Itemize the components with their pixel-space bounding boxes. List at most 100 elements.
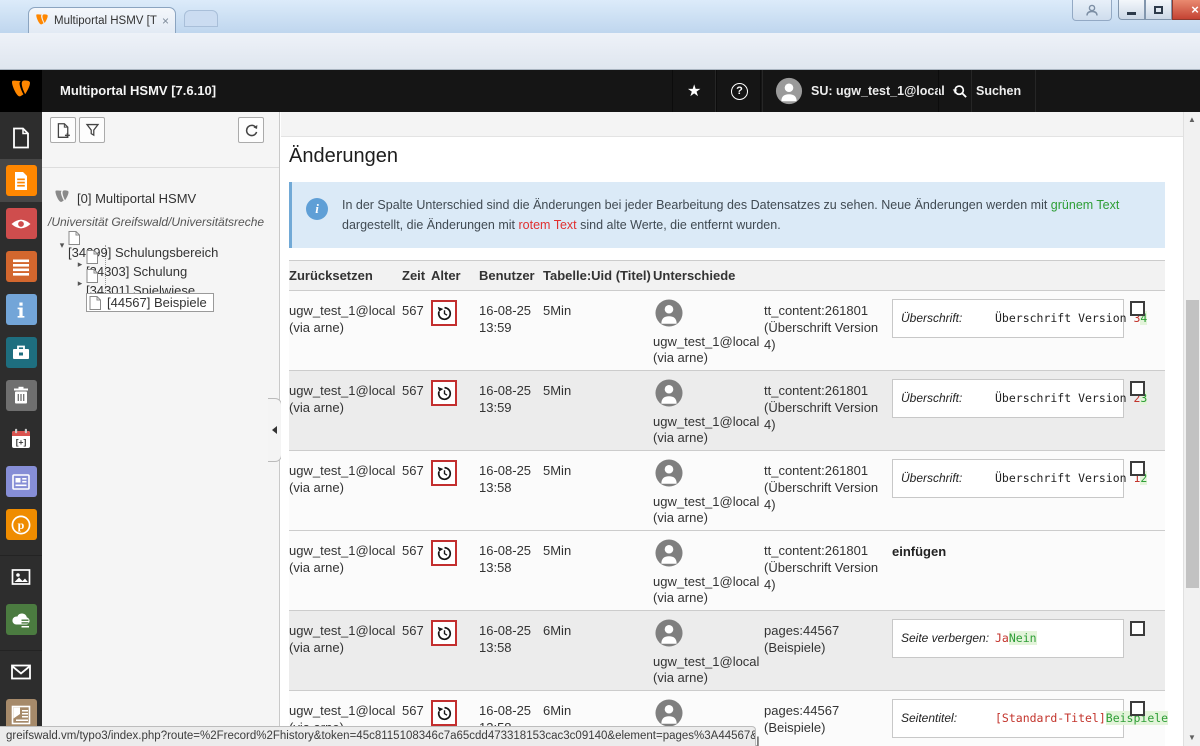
maximize-button[interactable] — [1145, 0, 1172, 20]
old-value: Ja — [995, 631, 1009, 645]
table-row: ugw_test_1@local(via arne)56716-08-2513:… — [289, 291, 1165, 371]
info-text: In der Spalte Unterschied sind die Änder… — [342, 195, 1151, 235]
history-icon — [436, 545, 453, 562]
rollback-history-button[interactable] — [431, 540, 457, 566]
diff-cell: Überschrift:Überschrift Version 12 — [892, 451, 1130, 530]
editor-via: (via arne) — [653, 510, 760, 526]
editor-name: ugw_test_1@local — [653, 574, 760, 590]
row-checkbox[interactable] — [1130, 621, 1145, 636]
module-item-filelist[interactable] — [0, 555, 42, 598]
change-time: 13:58 — [479, 639, 539, 656]
rollback-history-button[interactable] — [431, 620, 457, 646]
caret-expanded-icon[interactable]: ▾ — [56, 240, 68, 251]
record-uid: 567 — [402, 703, 424, 718]
history-icon — [436, 625, 453, 642]
green-text-example: grünem Text — [1051, 198, 1120, 212]
column-header: Alter — [431, 261, 479, 290]
select-cell — [1130, 451, 1165, 530]
svg-text:p: p — [18, 518, 25, 532]
diff-value: Überschrift Version 34 — [995, 310, 1147, 327]
page-title: Änderungen — [289, 145, 1183, 168]
age-cell: 5Min — [543, 531, 653, 610]
caret-collapsed-icon[interactable]: ▸ — [74, 278, 86, 289]
module-item-records[interactable] — [0, 245, 42, 288]
new-tab-button[interactable] — [184, 10, 218, 27]
rollback-history-button[interactable] — [431, 300, 457, 326]
typo3-favicon — [35, 14, 49, 28]
column-header: Zurücksetzen — [289, 261, 402, 290]
tree-root-node[interactable]: [0] Multiportal HSMV — [54, 190, 196, 206]
editor-name: ugw_test_1@local — [653, 334, 760, 350]
browser-window: Multiportal HSMV [TYPO3 × × ← → ↻ greifs… — [0, 0, 1200, 746]
search-button[interactable]: Suchen — [938, 70, 1036, 112]
change-age: 5Min — [543, 463, 571, 478]
diff-value: Überschrift Version 12 — [995, 470, 1147, 487]
editor-cell: ugw_test_1@local(via arne) — [653, 611, 764, 690]
change-date: 16-08-25 — [479, 462, 539, 479]
diff-cell: Seite verbergen:JaNein — [892, 611, 1130, 690]
red-text-example: rotem Text — [519, 218, 577, 232]
close-button[interactable]: × — [1172, 0, 1200, 20]
minimize-button[interactable] — [1118, 0, 1145, 20]
change-date: 16-08-25 — [479, 542, 539, 559]
scrollbar-thumb[interactable] — [1186, 300, 1199, 588]
profile-button[interactable] — [1072, 0, 1112, 21]
caret-collapsed-icon[interactable]: ▸ — [74, 259, 86, 270]
module-item-media[interactable] — [0, 598, 42, 641]
row-checkbox[interactable] — [1130, 701, 1145, 716]
rollback-user-via: (via arne) — [289, 399, 398, 416]
module-item-list[interactable] — [0, 159, 42, 202]
tab-close-icon[interactable]: × — [162, 15, 169, 27]
tree-node[interactable]: [44567] Beispiele — [42, 293, 280, 312]
module-item-powermail[interactable]: p — [0, 503, 42, 546]
datetime-cell: 16-08-2513:59 — [479, 291, 543, 370]
module-item-view[interactable] — [0, 202, 42, 245]
tree-node[interactable]: ▸[34301] Spielwiese — [42, 274, 280, 293]
editor-cell: ugw_test_1@local(via arne) — [653, 291, 764, 370]
rollback-history-button[interactable] — [431, 460, 457, 486]
module-item-recycler[interactable] — [0, 374, 42, 417]
row-checkbox[interactable] — [1130, 301, 1145, 316]
module-item-mail[interactable] — [0, 650, 42, 693]
change-date: 16-08-25 — [479, 382, 539, 399]
scroll-up-arrow[interactable]: ▲ — [1184, 112, 1200, 128]
table-row: ugw_test_1@local(via arne)56716-08-2513:… — [289, 611, 1165, 691]
uid-cell: 567 — [402, 371, 431, 450]
typo3-logo[interactable] — [0, 70, 42, 112]
tree-collapse-handle[interactable] — [268, 398, 282, 462]
refresh-button[interactable] — [238, 117, 264, 143]
new-page-button[interactable] — [50, 117, 76, 143]
rollback-history-button[interactable] — [431, 700, 457, 726]
module-item-functions[interactable] — [0, 331, 42, 374]
editor-name: ugw_test_1@local — [653, 654, 760, 670]
help-button[interactable]: ? — [716, 70, 763, 112]
browser-tab[interactable]: Multiportal HSMV [TYPO3 × — [28, 7, 176, 33]
editor-via: (via arne) — [653, 350, 760, 366]
row-checkbox[interactable] — [1130, 461, 1145, 476]
bookmarks-button[interactable]: ★ — [672, 70, 716, 112]
record-title: (Überschrift Version 4) — [764, 399, 888, 433]
filter-button[interactable] — [79, 117, 105, 143]
scroll-down-arrow[interactable]: ▼ — [1184, 730, 1200, 746]
history-icon — [436, 465, 453, 482]
browser-titlebar: Multiportal HSMV [TYPO3 × × — [0, 0, 1200, 33]
module-item-page[interactable] — [0, 116, 42, 159]
rollback-user: ugw_test_1@local — [289, 542, 398, 559]
rollback-user-via: (via arne) — [289, 479, 398, 496]
change-date: 16-08-25 — [479, 622, 539, 639]
module-item-calendar[interactable]: [+] — [0, 417, 42, 460]
rollback-user: ugw_test_1@local — [289, 382, 398, 399]
image-icon — [6, 562, 37, 593]
rollback-history-button[interactable] — [431, 380, 457, 406]
page-tree-list: ▾[34299] Schulungsbereich▸[34303] Schulu… — [42, 236, 280, 312]
module-item-info[interactable] — [0, 288, 42, 331]
page-outline-icon — [6, 122, 37, 153]
window-controls: × — [1118, 0, 1200, 20]
row-checkbox[interactable] — [1130, 381, 1145, 396]
typo3-root-icon — [54, 190, 70, 206]
module-item-news[interactable] — [0, 460, 42, 503]
record-uid: 567 — [402, 463, 424, 478]
diff-box: Überschrift:Überschrift Version 12 — [892, 459, 1124, 498]
column-header: Unterschiede — [653, 261, 764, 290]
record-id: tt_content:261801 — [764, 462, 888, 479]
